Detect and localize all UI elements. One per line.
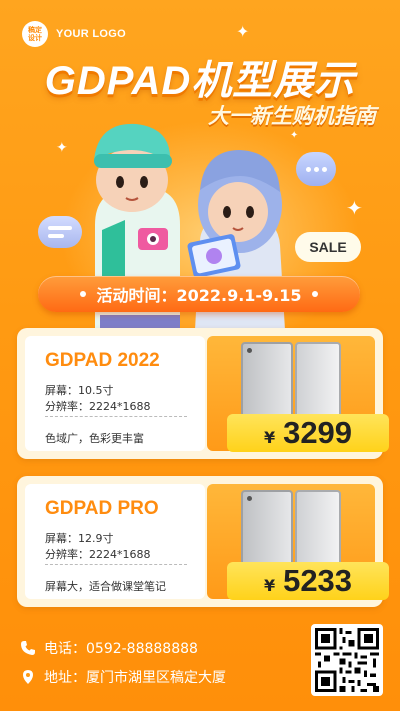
price-tag: ¥ 5233	[227, 562, 389, 600]
logo-text: YOUR LOGO	[56, 28, 126, 40]
qr-code[interactable]	[311, 624, 383, 696]
product-feature: 屏幕大，适合做课堂笔记	[45, 580, 166, 593]
currency-symbol: ¥	[263, 576, 276, 595]
sparkle-icon: ✦	[236, 22, 250, 41]
phone-text: 电话：0592-88888888	[44, 641, 198, 657]
qr-code-image	[315, 628, 379, 692]
divider	[45, 564, 187, 565]
camera-icon	[247, 496, 252, 501]
product-resolution: 分辨率：2224*1688	[45, 400, 151, 413]
location-pin-icon	[23, 670, 33, 684]
tablet-front-image	[295, 490, 341, 566]
product-price: 3299	[283, 415, 353, 450]
banner-dot-right	[311, 291, 318, 297]
message-bubble-icon	[38, 216, 82, 248]
product-price: 5233	[283, 563, 353, 598]
product-name: GDPAD 2022	[45, 350, 160, 371]
tablet-back-image	[241, 490, 293, 566]
logo-badge: 稿定 设计	[22, 21, 48, 47]
event-time-banner: 活动时间：2022.9.1-9.15	[38, 276, 360, 312]
tablet-back-image	[241, 342, 293, 418]
page-title: GDPAD机型展示	[44, 59, 356, 103]
contact-phone[interactable]: 电话：0592-88888888	[20, 638, 198, 658]
product-screen: 屏幕：12.9寸	[45, 532, 114, 545]
sparkle-icon: ✦	[56, 140, 68, 156]
product-resolution: 分辨率：2224*1688	[45, 548, 151, 561]
product-card[interactable]: GDPAD PRO 屏幕：12.9寸 分辨率：2224*1688 屏幕大，适合做…	[17, 476, 389, 607]
sale-badge: SALE	[295, 232, 361, 262]
sparkle-icon: ✦	[346, 196, 363, 220]
logo-badge-text: 稿定 设计	[28, 26, 42, 42]
divider	[45, 416, 187, 417]
phone-icon	[21, 641, 35, 655]
banner-dot-left	[80, 291, 87, 297]
price-tag: ¥ 3299	[227, 414, 389, 452]
event-time-label: 活动时间：2022.9.1-9.15	[96, 286, 302, 305]
product-feature: 色域广，色彩更丰富	[45, 432, 144, 445]
brand-logo: 稿定 设计 YOUR LOGO	[22, 21, 126, 47]
product-screen: 屏幕：10.5寸	[45, 384, 114, 397]
product-name: GDPAD PRO	[45, 498, 159, 519]
contact-address[interactable]: 地址：厦门市湖里区稿定大厦	[20, 667, 226, 687]
currency-symbol: ¥	[263, 428, 276, 447]
product-info: GDPAD PRO 屏幕：12.9寸 分辨率：2224*1688 屏幕大，适合做…	[25, 484, 205, 599]
address-text: 地址：厦门市湖里区稿定大厦	[44, 670, 226, 686]
tablet-front-image	[295, 342, 341, 418]
product-info: GDPAD 2022 屏幕：10.5寸 分辨率：2224*1688 色域广，色彩…	[25, 336, 205, 451]
product-card[interactable]: GDPAD 2022 屏幕：10.5寸 分辨率：2224*1688 色域广，色彩…	[17, 328, 389, 459]
camera-icon	[247, 348, 252, 353]
